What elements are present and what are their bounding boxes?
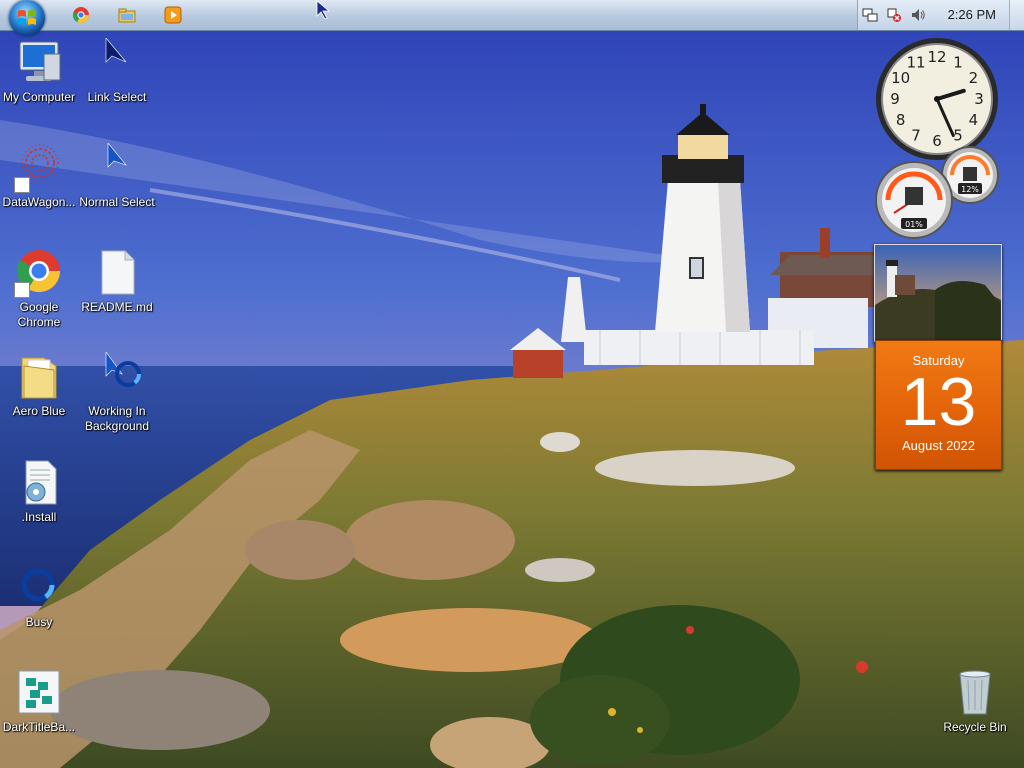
desktop-icon-label: My Computer [2, 90, 76, 104]
windows-logo-icon [18, 10, 36, 25]
desktop-icon-working-in-background[interactable]: Working In Background [78, 351, 156, 434]
clock-numeral: 2 [969, 69, 979, 87]
shortcut-arrow-icon [14, 282, 30, 298]
document-icon [92, 248, 142, 298]
cpu-meter-gadget[interactable]: 12% 01% [872, 145, 1000, 240]
clock-numeral: 3 [974, 90, 984, 108]
desktop-icon-busy[interactable]: Busy [0, 563, 78, 630]
desktop-icon-darktitlebar[interactable]: DarkTitleBa... [0, 668, 78, 735]
clock-numeral: 12 [927, 48, 946, 66]
desktop-icon-label: Busy [25, 615, 53, 629]
slideshow-gadget[interactable] [874, 244, 1002, 342]
system-tray: 2:26 PM [857, 0, 1024, 30]
network-icon[interactable] [862, 7, 878, 23]
shortcut-arrow-icon [14, 177, 30, 193]
desktop-icon-label: DarkTitleBa... [2, 720, 76, 734]
desktop-icon-label: Normal Select [79, 195, 155, 209]
memory-readout: 12% [961, 185, 979, 194]
desktop-icon-link-select[interactable]: Link Select [78, 37, 156, 105]
desktop-icon-label: Aero Blue [12, 404, 66, 418]
desktop-icon-install[interactable]: .Install [0, 458, 78, 525]
cpu-readout: 01% [905, 220, 923, 229]
desktop-icon-label: Google Chrome [17, 300, 61, 329]
desktop-icon-datawagon[interactable]: DataWagon... [0, 143, 78, 210]
desktop-icon-label: Working In Background [84, 404, 150, 433]
clock-numeral: 4 [969, 111, 979, 129]
desktop-icon-normal-select[interactable]: Normal Select [78, 142, 156, 210]
calendar-day-number: 13 [900, 364, 977, 440]
show-desktop-button[interactable] [1009, 0, 1024, 30]
desktop-icon-label: Recycle Bin [943, 720, 1007, 734]
clock-numeral: 10 [891, 69, 910, 87]
busy-cursor-icon [14, 563, 64, 613]
explorer-taskbar-icon[interactable] [118, 6, 136, 24]
clock-numeral: 11 [906, 54, 925, 72]
recycle-bin-icon [950, 668, 1000, 718]
desktop-icon-google-chrome[interactable]: Google Chrome [0, 248, 78, 330]
link-select-cursor-icon [92, 37, 142, 88]
clock-numeral: 9 [890, 90, 900, 108]
taskbar: 2:26 PM [0, 0, 1024, 31]
desktop-icon-label: Link Select [87, 90, 147, 104]
clock-numeral: 8 [896, 111, 906, 129]
normal-select-cursor-icon [92, 142, 142, 193]
desktop-icon-recycle-bin[interactable]: Recycle Bin [936, 668, 1014, 735]
desktop-icon-readme[interactable]: README.md [78, 248, 156, 315]
mouse-pointer-icon [316, 0, 331, 20]
desktop-icon-label: DataWagon... [2, 195, 76, 209]
desktop-icon-label: README.md [81, 300, 153, 314]
media-player-taskbar-icon[interactable] [164, 6, 182, 24]
chrome-icon [14, 248, 64, 298]
calendar-month-year: August 2022 [901, 438, 975, 453]
cpu-chip-icon [905, 187, 923, 205]
computer-icon [14, 38, 64, 88]
install-script-icon [14, 458, 64, 508]
clock-numeral: 7 [911, 126, 921, 144]
clock-numeral: 1 [953, 54, 963, 72]
desktop-icon-aero-blue[interactable]: Aero Blue [0, 352, 78, 419]
datawagon-icon [14, 143, 64, 193]
flag-icon[interactable] [886, 7, 902, 23]
volume-icon[interactable] [910, 7, 926, 23]
memory-chip-icon [963, 167, 977, 181]
clock-gadget[interactable]: 12 1234567891011 [874, 36, 1000, 162]
chrome-taskbar-icon[interactable] [72, 6, 90, 24]
package-icon [14, 668, 64, 718]
working-cursor-icon [92, 351, 142, 402]
folder-icon [14, 352, 64, 402]
taskbar-clock[interactable]: 2:26 PM [948, 7, 996, 22]
calendar-gadget[interactable]: Saturday 13 August 2022 [875, 340, 1002, 470]
start-button[interactable] [9, 0, 45, 36]
desktop-icon-my-computer[interactable]: My Computer [0, 38, 78, 105]
desktop-icon-label: .Install [21, 510, 57, 524]
